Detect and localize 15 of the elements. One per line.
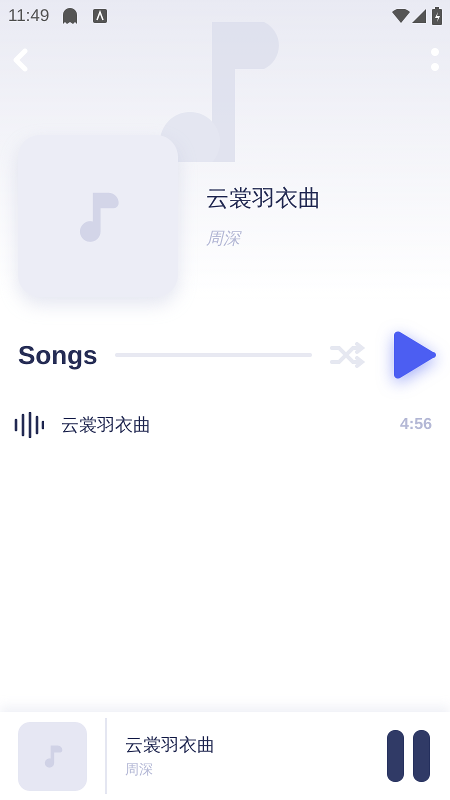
mini-title: 云裳羽衣曲	[125, 734, 216, 757]
signal-icon	[412, 9, 426, 23]
status-time: 11:49	[8, 5, 50, 28]
wifi-icon	[392, 9, 410, 23]
mini-artist: 周深	[125, 760, 154, 779]
album-title: 云裳羽衣曲	[206, 184, 321, 213]
album-artist: 周深	[206, 228, 243, 250]
ghost-icon	[61, 7, 80, 25]
pause-button[interactable]	[387, 730, 432, 782]
track-duration: 4:56	[400, 415, 432, 435]
section-title: Songs	[18, 338, 98, 372]
shuffle-icon[interactable]	[330, 341, 366, 369]
battery-icon	[432, 7, 442, 25]
track-title[interactable]: 云裳羽衣曲	[61, 412, 400, 438]
keyboard-icon	[93, 9, 108, 23]
